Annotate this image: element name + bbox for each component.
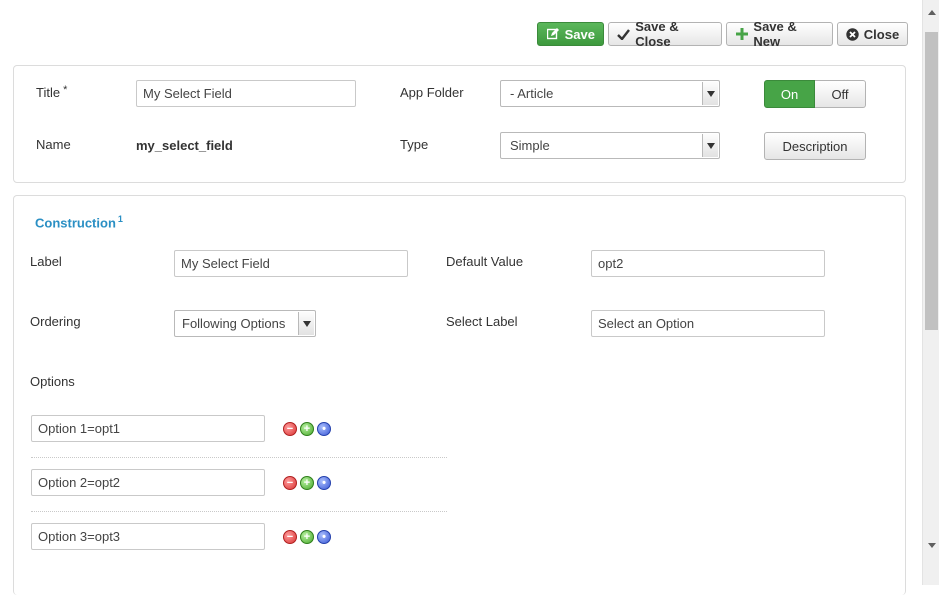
- option-input[interactable]: Option 2=opt2: [31, 469, 265, 496]
- app-folder-label: App Folder: [400, 85, 464, 100]
- name-label: Name: [36, 137, 71, 152]
- toggle-off-button[interactable]: Off: [815, 80, 866, 108]
- option-input[interactable]: Option 1=opt1: [31, 415, 265, 442]
- app-folder-select[interactable]: - Article: [500, 80, 720, 107]
- scroll-down-icon[interactable]: [923, 537, 939, 554]
- options-label: Options: [30, 374, 75, 389]
- toggle-on-button[interactable]: On: [764, 80, 815, 108]
- select-label-input[interactable]: Select an Option: [591, 310, 825, 337]
- check-icon: [617, 27, 631, 41]
- plus-icon: [735, 27, 748, 41]
- option-input[interactable]: Option 3=opt3: [31, 523, 265, 550]
- construction-panel: Construction 1 Label My Select Field Defa…: [13, 195, 906, 595]
- default-value-input[interactable]: opt2: [591, 250, 825, 277]
- dot-circle-icon[interactable]: •: [317, 476, 331, 490]
- close-circle-icon: [846, 27, 859, 41]
- app-folder-value: - Article: [510, 86, 554, 101]
- option-row: Option 3=opt3 − + •: [31, 523, 447, 577]
- label-input[interactable]: My Select Field: [174, 250, 408, 277]
- construction-title[interactable]: Construction 1: [35, 214, 123, 230]
- save-button-label: Save: [564, 26, 595, 42]
- ordering-select[interactable]: Following Options: [174, 310, 316, 337]
- plus-circle-icon[interactable]: +: [300, 476, 314, 490]
- required-mark: *: [63, 84, 68, 96]
- option-row: Option 2=opt2 − + •: [31, 469, 447, 523]
- type-value: Simple: [510, 138, 550, 153]
- option-row: Option 1=opt1 − + •: [31, 415, 447, 469]
- label-label: Label: [30, 254, 62, 269]
- save-close-button[interactable]: Save & Close: [608, 19, 722, 49]
- ordering-label: Ordering: [30, 314, 81, 329]
- option-divider: [31, 457, 447, 458]
- vertical-scrollbar[interactable]: [922, 0, 939, 585]
- chevron-down-icon: [702, 134, 718, 157]
- scroll-up-icon[interactable]: [923, 4, 939, 21]
- chevron-down-icon: [702, 82, 718, 105]
- select-label-label: Select Label: [446, 314, 518, 329]
- ordering-value: Following Options: [182, 316, 286, 331]
- edit-icon: [546, 27, 560, 41]
- construction-title-sup: 1: [117, 214, 123, 224]
- toolbar: Save Save & Close Save & New Close: [0, 19, 915, 49]
- dot-circle-icon[interactable]: •: [317, 422, 331, 436]
- description-button[interactable]: Description: [764, 132, 866, 160]
- scrollbar-thumb[interactable]: [925, 32, 938, 330]
- type-label: Type: [400, 137, 429, 152]
- save-button[interactable]: Save: [537, 22, 604, 46]
- save-new-button[interactable]: Save & New: [726, 19, 833, 49]
- title-label: Title *: [36, 84, 68, 100]
- save-new-button-label: Save & New: [753, 19, 797, 49]
- save-close-button-label: Save & Close: [635, 19, 679, 49]
- close-button-label: Close: [863, 26, 900, 42]
- dot-circle-icon[interactable]: •: [317, 530, 331, 544]
- close-button[interactable]: Close: [837, 22, 908, 46]
- state-toggle: On Off: [764, 80, 866, 108]
- plus-circle-icon[interactable]: +: [300, 422, 314, 436]
- type-select[interactable]: Simple: [500, 132, 720, 159]
- option-divider: [31, 511, 447, 512]
- default-value-label: Default Value: [446, 254, 524, 269]
- name-value: my_select_field: [136, 138, 233, 153]
- chevron-down-icon: [298, 312, 314, 335]
- minus-circle-icon[interactable]: −: [283, 476, 297, 490]
- plus-circle-icon[interactable]: +: [300, 530, 314, 544]
- minus-circle-icon[interactable]: −: [283, 422, 297, 436]
- title-input[interactable]: My Select Field: [136, 80, 356, 107]
- minus-circle-icon[interactable]: −: [283, 530, 297, 544]
